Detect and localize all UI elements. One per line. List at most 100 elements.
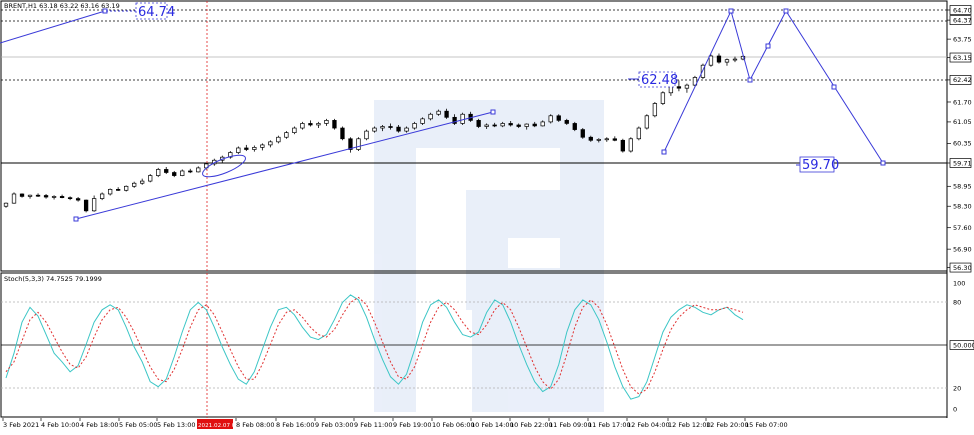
time-label: 15 Feb 07:00 [745,421,788,429]
price-label: 64.37 [953,16,972,24]
candle [364,129,369,141]
candle-body [724,59,730,63]
price-tick: 58.30 [947,203,972,211]
time-label: 8 Feb 16:00 [276,421,315,429]
candle-body [276,136,281,143]
candle-body [460,113,465,124]
stoch-axis[interactable]: 100 80 50.0000 20 0 [949,279,974,413]
candle-body [132,182,137,187]
projection-point [880,160,886,166]
price-label: 57.60 [953,224,972,232]
candle-body [27,194,33,197]
candle-body [180,170,185,176]
price-tick: 56.30 [947,262,972,273]
time-axis[interactable]: 3 Feb 2021 4 Feb 10:00 4 Feb 18:00 5 Feb 05… [2,418,788,429]
stoch-label: 0 [953,405,957,413]
time-label: 9 Feb 11:00 [354,421,393,429]
candle [260,143,265,151]
candle [636,126,642,141]
time-label: 8 Feb 08:00 [236,421,275,429]
candle [324,118,329,126]
price-label: 62.42 [953,76,972,84]
level-annotation-mid[interactable]: 62.48 [628,71,678,88]
candle-body [500,123,505,127]
price-tick: 58.95 [947,183,972,191]
stoch-header: Stoch(5,3,3) 74.7525 79.1999 [4,275,102,283]
candle [148,174,153,183]
candle [620,138,625,153]
candle-body [620,139,625,152]
candle [684,83,690,93]
price-label: 60.35 [953,140,972,148]
candle-body [156,169,161,176]
candle [348,137,353,153]
candle [140,178,145,185]
price-label: 63.75 [953,35,972,43]
candle-body [580,129,585,138]
candle [292,126,297,135]
candle-body [652,103,658,117]
time-tick: 12 Feb 12:00 [667,418,711,429]
candle-body [124,185,129,191]
time-label: 9 Feb 03:00 [315,421,354,429]
candle-body [596,139,601,141]
projection-path [663,9,884,164]
price-label: 56.30 [953,264,972,272]
candle-body [91,198,97,212]
time-tick: 4 Feb 10:00 [40,418,80,429]
candle [316,121,321,129]
stoch-label: 50.0000 [953,341,974,349]
candle [700,63,706,79]
candle [628,137,633,153]
price-tick: 61.70 [947,98,972,106]
candle [276,135,281,144]
candle-body [644,115,650,129]
candle [11,192,17,204]
candle-body [140,180,145,184]
symbol-header: BRENT,H1 63.18 63.22 63.16 63.19 [4,2,120,10]
level-annotation-target[interactable]: 59.70 [796,156,839,173]
time-label: 12 Feb 20:00 [706,421,749,429]
candle-body [484,124,489,127]
candle-body [99,193,105,199]
candle [91,195,97,212]
time-tick: 9 Feb 03:00 [314,418,354,429]
candle-body [396,126,401,132]
candle-body [236,147,241,153]
time-label: 10 Feb 06:00 [432,421,475,429]
candle-body [524,123,529,127]
candle [724,58,730,66]
candle-body [492,124,497,127]
candle [116,187,121,191]
candle [340,126,345,141]
chart-canvas[interactable]: BRENT,H1 63.18 63.22 63.16 63.19 Stoch(5… [0,0,974,431]
candle-body [83,199,89,212]
candle [107,188,113,196]
candle-body [59,196,65,198]
candle-body [116,189,121,191]
time-tick: 8 Feb 16:00 [275,418,315,429]
candle-body [332,120,337,129]
level-label-59-70: 59.70 [802,158,839,173]
candle-body [43,195,49,198]
candle-body [436,110,441,115]
time-label: 9 Feb 19:00 [393,421,432,429]
candle-body [67,197,73,199]
time-label: 3 Feb 2021 [3,421,39,429]
trading-chart[interactable]: BRENT,H1 63.18 63.22 63.16 63.19 Stoch(5… [0,0,974,431]
candle [228,151,233,159]
time-tick: 9 Feb 11:00 [353,418,393,429]
candle-body [716,55,722,63]
time-tick: 3 Feb 2021 [2,418,39,429]
candle-body [412,123,417,129]
candle-body [252,147,257,150]
candle-body [532,123,537,127]
price-axis[interactable]: 64.70 64.37 63.15 63.75 62.42 61.70 61.05 60.35… [947,5,972,273]
stoch-tick: 50.0000 [949,340,974,350]
candle-body [19,193,25,197]
candle-body [316,123,321,126]
projection-point [747,77,753,83]
candle-body [284,132,289,138]
candle [572,121,577,132]
candle [548,114,553,124]
